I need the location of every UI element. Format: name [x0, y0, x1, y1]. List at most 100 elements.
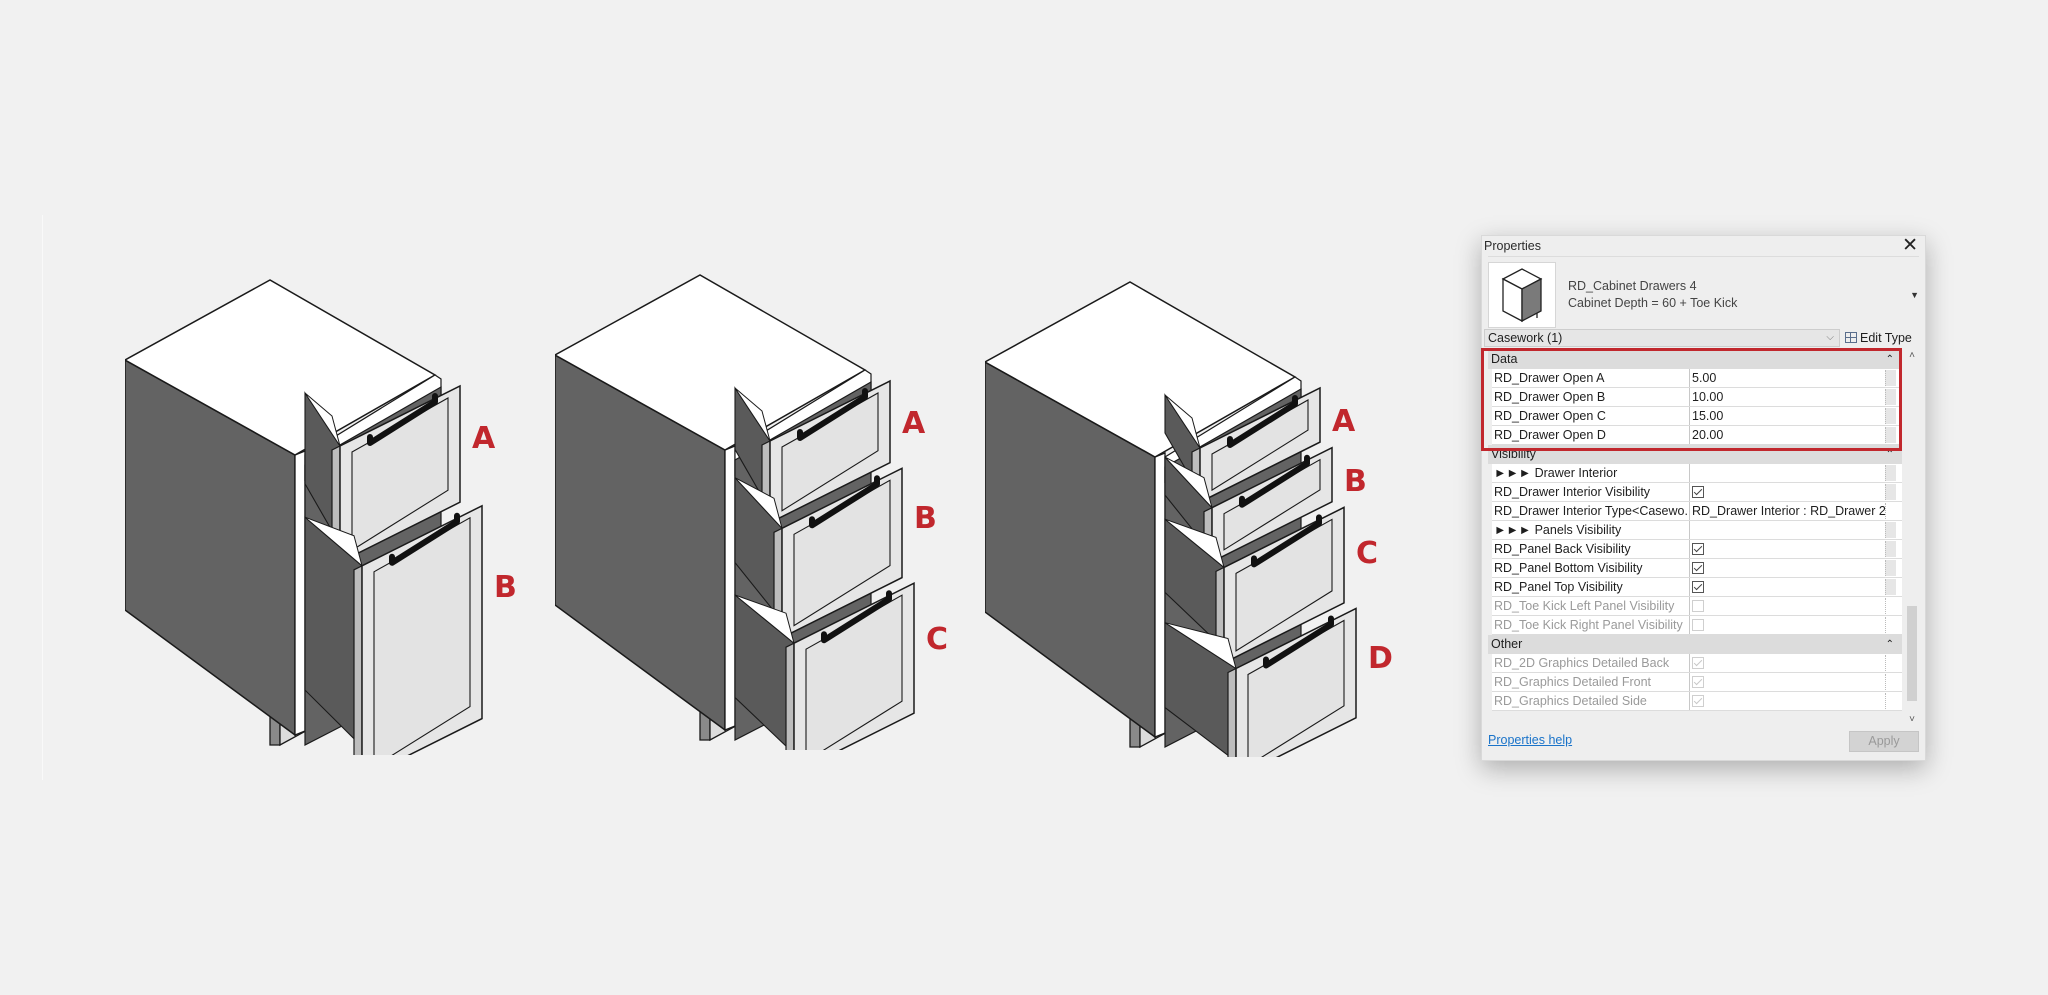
associate-parameter-button[interactable]	[1885, 484, 1896, 500]
close-icon[interactable]: ✕	[1902, 234, 1918, 257]
associate-parameter-button[interactable]	[1885, 370, 1896, 386]
property-row: RD_Drawer Open A 5.00	[1492, 369, 1902, 388]
property-name: RD_Panel Bottom Visibility	[1492, 559, 1690, 577]
property-name: RD_Drawer Interior Type<Casewo...	[1494, 502, 1690, 520]
triangle-down-icon[interactable]: ▼	[1910, 290, 1919, 300]
associate-parameter-button[interactable]	[1885, 408, 1896, 424]
property-value-cell	[1690, 692, 1885, 710]
property-value-cell	[1690, 654, 1885, 672]
category-value: Casework (1)	[1488, 331, 1563, 345]
property-value-cell	[1690, 597, 1885, 615]
drawer-face-edge	[353, 564, 363, 755]
property-name: RD_2D Graphics Detailed Back	[1492, 654, 1690, 672]
associate-parameter-button[interactable]	[1885, 541, 1896, 557]
associate-parameter-button	[1885, 655, 1896, 671]
property-row: RD_Drawer Interior Visibility	[1492, 483, 1902, 502]
property-name: ►►► Drawer Interior	[1492, 464, 1690, 482]
property-checkbox[interactable]	[1692, 562, 1704, 574]
property-name: ►►► Panels Visibility	[1492, 521, 1690, 539]
scroll-up-icon[interactable]: ˄	[1906, 350, 1918, 362]
property-name: RD_Graphics Detailed Front	[1492, 673, 1690, 691]
property-name: RD_Drawer Interior Visibility	[1492, 483, 1690, 501]
edit-type-label: Edit Type	[1860, 331, 1912, 345]
double-chevron-up-icon[interactable]: ⌃	[1886, 445, 1894, 464]
double-chevron-up-icon[interactable]: ⌃	[1886, 350, 1894, 369]
group-header-data[interactable]: Data ⌃	[1488, 350, 1902, 369]
scroll-thumb[interactable]	[1907, 606, 1917, 701]
property-row: ►►► Panels Visibility	[1492, 521, 1902, 540]
associate-parameter-button[interactable]	[1885, 465, 1896, 481]
divider	[1488, 256, 1919, 257]
edit-type-button[interactable]: Edit Type	[1845, 329, 1912, 347]
property-value[interactable]: RD_Drawer Interior : RD_Drawer 2	[1690, 502, 1885, 520]
property-name: RD_Toe Kick Left Panel Visibility	[1492, 597, 1690, 615]
associate-parameter-button[interactable]	[1885, 389, 1896, 405]
property-checkbox[interactable]	[1692, 543, 1704, 555]
associate-parameter-button[interactable]	[1885, 579, 1896, 595]
cabinet-2-drawers-illustration	[125, 275, 545, 755]
property-row: RD_Drawer Open B 10.00	[1492, 388, 1902, 407]
property-row: RD_2D Graphics Detailed Back	[1492, 654, 1902, 673]
properties-help-link[interactable]: Properties help	[1488, 733, 1572, 747]
property-checkbox[interactable]	[1692, 486, 1704, 498]
property-checkbox	[1692, 676, 1704, 688]
associate-parameter-button	[1885, 674, 1896, 690]
property-grid: Data ⌃ RD_Drawer Open A 5.00 RD_Drawer Open …	[1488, 350, 1902, 726]
property-name: RD_Drawer Open A	[1492, 369, 1690, 387]
type-name-text: Cabinet Depth = 60 + Toe Kick	[1568, 296, 1738, 310]
group-title: Data	[1491, 352, 1518, 366]
apply-button[interactable]: Apply	[1849, 731, 1919, 752]
property-row: RD_Panel Back Visibility	[1492, 540, 1902, 559]
property-value[interactable]	[1690, 521, 1885, 539]
property-value[interactable]: 15.00	[1690, 407, 1885, 425]
chevron-down-icon: ⌵	[1826, 332, 1834, 343]
property-value-cell	[1690, 559, 1885, 577]
property-value-cell	[1690, 483, 1885, 501]
cabinet-4-drawers-illustration	[985, 277, 1405, 757]
family-name: RD_Cabinet Drawers 4	[1568, 279, 1697, 293]
double-chevron-up-icon[interactable]: ⌃	[1886, 635, 1894, 654]
property-row: RD_Drawer Open C 15.00	[1492, 407, 1902, 426]
cabinet-thumbnail-icon	[1488, 262, 1556, 328]
property-checkbox[interactable]	[1692, 581, 1704, 593]
property-row: ►►► Drawer Interior	[1492, 464, 1902, 483]
associate-parameter-button[interactable]	[1885, 522, 1896, 538]
property-value[interactable]: 5.00	[1690, 369, 1885, 387]
property-value-cell	[1690, 578, 1885, 596]
properties-panel: Properties ✕ RD_Cabinet Drawers 4 Cabine…	[1481, 235, 1926, 761]
property-checkbox	[1692, 695, 1704, 707]
type-name: RD_Cabinet Drawers 4 Cabinet Depth = 60 …	[1568, 278, 1737, 312]
property-checkbox	[1692, 600, 1704, 612]
property-name: RD_Panel Back Visibility	[1492, 540, 1690, 558]
edit-type-icon	[1845, 332, 1857, 343]
property-name: RD_Toe Kick Right Panel Visibility	[1492, 616, 1690, 634]
group-title: Visibility	[1491, 447, 1536, 461]
property-name: RD_Drawer Open B	[1492, 388, 1690, 406]
scroll-down-icon[interactable]: ˅	[1906, 714, 1918, 726]
property-row: RD_Drawer Interior Type<Casewo... RD_Draw…	[1492, 502, 1902, 521]
category-filter-dropdown[interactable]: Casework (1) ⌵	[1484, 329, 1840, 347]
scrollbar[interactable]: ˄ ˅	[1906, 350, 1918, 726]
property-name: RD_Drawer Open D	[1492, 426, 1690, 444]
associate-parameter-button	[1885, 503, 1896, 519]
property-checkbox	[1692, 619, 1704, 631]
property-value[interactable]: 10.00	[1690, 388, 1885, 406]
cabinet-side-edge	[294, 450, 306, 736]
property-row: RD_Graphics Detailed Side	[1492, 692, 1902, 711]
associate-parameter-button	[1885, 693, 1896, 709]
drawer-face-edge	[1227, 667, 1237, 757]
property-row: RD_Graphics Detailed Front	[1492, 673, 1902, 692]
cabinet-side-edge	[724, 445, 736, 731]
associate-parameter-button[interactable]	[1885, 427, 1896, 443]
group-header-visibility[interactable]: Visibility ⌃	[1488, 445, 1902, 464]
property-row: RD_Panel Top Visibility	[1492, 578, 1902, 597]
type-selector[interactable]: RD_Cabinet Drawers 4 Cabinet Depth = 60 …	[1488, 258, 1919, 328]
cabinet-side-edge	[1154, 452, 1166, 738]
property-name: RD_Panel Top Visibility	[1492, 578, 1690, 596]
guide-line	[42, 215, 43, 780]
property-value[interactable]: 20.00	[1690, 426, 1885, 444]
property-value[interactable]	[1690, 464, 1885, 482]
property-value-cell	[1690, 673, 1885, 691]
group-header-other[interactable]: Other ⌃	[1488, 635, 1902, 654]
associate-parameter-button[interactable]	[1885, 560, 1896, 576]
